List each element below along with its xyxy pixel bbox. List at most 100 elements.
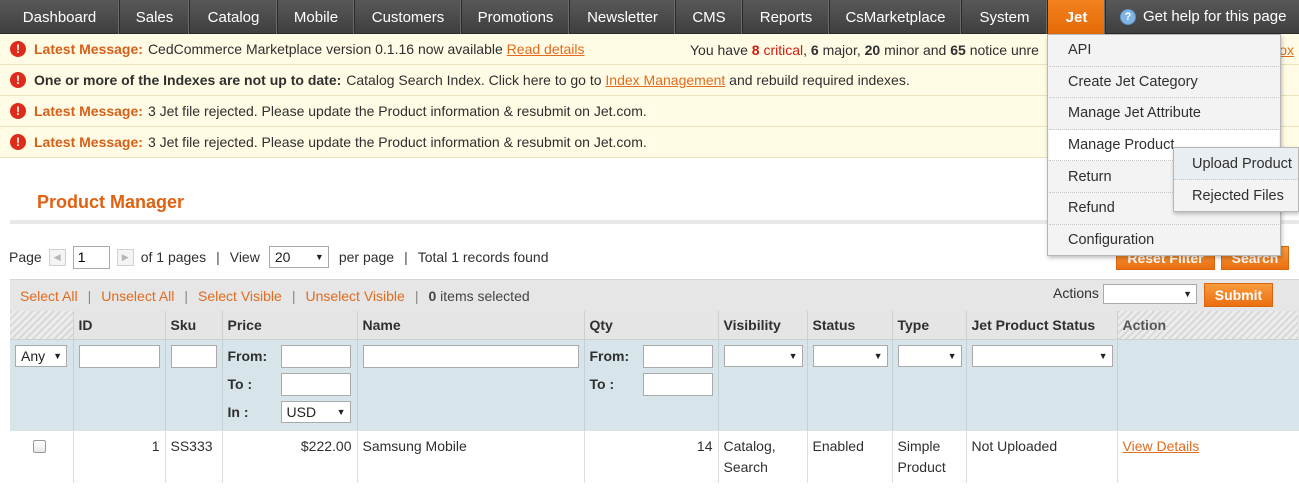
- next-page-arrow-icon[interactable]: ▶: [116, 248, 134, 266]
- items-selected-count: 0: [428, 287, 437, 304]
- critical-count: 8: [751, 41, 760, 58]
- message-text: 3 Jet file rejected. Please update the P…: [147, 134, 647, 150]
- cell-sku: SS333: [165, 431, 223, 483]
- error-icon: !: [10, 41, 26, 57]
- help-link[interactable]: ? Get help for this page: [1106, 0, 1286, 33]
- status-filter-select[interactable]: ▼: [812, 344, 888, 367]
- visibility-line-2: Search: [723, 459, 768, 475]
- message-title: Latest Message:: [34, 41, 143, 57]
- grid-header-row: ID Sku Price Name Qty Visibility Status …: [10, 311, 1299, 340]
- submenu-item-rejected-files[interactable]: Rejected Files: [1174, 180, 1298, 212]
- page-input[interactable]: [72, 245, 110, 269]
- chevron-down-icon: ▼: [873, 350, 883, 361]
- nav-jet[interactable]: Jet: [1048, 0, 1106, 34]
- inbox-link-fragment[interactable]: ox: [1279, 42, 1294, 58]
- submenu-item-upload-product[interactable]: Upload Product: [1174, 148, 1298, 180]
- sku-filter-input[interactable]: [170, 344, 217, 368]
- view-details-link[interactable]: View Details: [1123, 438, 1200, 454]
- chevron-down-icon: ▼: [53, 350, 62, 361]
- visibility-line-1: Catalog,: [723, 438, 776, 454]
- column-header-visibility[interactable]: Visibility: [718, 311, 808, 340]
- page-label: Page: [9, 249, 42, 265]
- message-text: CedCommerce Marketplace version 0.1.16 n…: [147, 41, 503, 57]
- visibility-filter-select[interactable]: ▼: [723, 344, 803, 367]
- nav-sales[interactable]: Sales: [120, 0, 190, 34]
- type-filter-select[interactable]: ▼: [897, 344, 962, 367]
- nav-reports[interactable]: Reports: [743, 0, 830, 34]
- column-header-qty[interactable]: Qty: [584, 311, 719, 340]
- column-header-name[interactable]: Name: [357, 311, 585, 340]
- error-icon: !: [10, 72, 26, 88]
- table-row: 1 SS333 $222.00 Samsung Mobile 14 Catalo…: [10, 431, 1299, 483]
- question-circle-icon: ?: [1120, 8, 1136, 25]
- column-header-jet-status[interactable]: Jet Product Status: [966, 311, 1118, 340]
- price-from-label: From:: [227, 348, 268, 364]
- menu-item-api[interactable]: API: [1049, 35, 1279, 67]
- menu-item-create-jet-category[interactable]: Create Jet Category: [1049, 67, 1279, 99]
- currency-select[interactable]: USD ▼: [280, 400, 351, 423]
- column-header-sku[interactable]: Sku: [165, 311, 223, 340]
- nav-mobile[interactable]: Mobile: [278, 0, 355, 34]
- nav-cms[interactable]: CMS: [676, 0, 743, 34]
- unselect-all-link[interactable]: Unselect All: [91, 288, 184, 304]
- read-details-link[interactable]: Read details: [507, 41, 585, 57]
- submit-button[interactable]: Submit: [1204, 283, 1273, 307]
- minor-count: 20: [864, 41, 881, 58]
- cell-id: 1: [73, 431, 166, 483]
- cell-action: View Details: [1117, 431, 1299, 483]
- select-visible-link[interactable]: Select Visible: [188, 288, 292, 304]
- cell-jet-status: Not Uploaded: [966, 431, 1118, 483]
- cell-name: Samsung Mobile: [357, 431, 585, 483]
- qty-from-input[interactable]: [642, 344, 713, 368]
- select-all-link[interactable]: Select All: [10, 288, 88, 304]
- unselect-visible-link[interactable]: Unselect Visible: [295, 288, 414, 304]
- column-header-type[interactable]: Type: [892, 311, 967, 340]
- cell-qty: 14: [584, 431, 719, 483]
- chevron-down-icon: ▼: [1098, 350, 1108, 361]
- total-records: Total 1 records found: [417, 249, 549, 265]
- nav-system[interactable]: System: [962, 0, 1048, 34]
- menu-item-manage-jet-attribute[interactable]: Manage Jet Attribute: [1049, 98, 1279, 130]
- price-to-input[interactable]: [280, 372, 351, 396]
- nav-dashboard[interactable]: Dashboard: [0, 0, 120, 34]
- column-header-id[interactable]: ID: [73, 311, 166, 340]
- nav-promotions[interactable]: Promotions: [462, 0, 570, 34]
- price-from-input[interactable]: [280, 344, 351, 368]
- type-line-1: Simple: [897, 438, 941, 454]
- name-filter-input[interactable]: [362, 344, 579, 368]
- pager: Page ◀ ▶ of 1 pages | View 20 ▼ per page…: [9, 244, 549, 270]
- message-text: 3 Jet file rejected. Please update the P…: [147, 103, 647, 119]
- top-nav: Dashboard Sales Catalog Mobile Customers…: [0, 0, 1299, 34]
- prev-page-arrow-icon[interactable]: ◀: [48, 248, 66, 266]
- nav-csmarketplace[interactable]: CsMarketplace: [830, 0, 962, 34]
- error-icon: !: [10, 103, 26, 119]
- row-checkbox[interactable]: [33, 440, 46, 453]
- nav-catalog[interactable]: Catalog: [190, 0, 278, 34]
- menu-item-configuration[interactable]: Configuration: [1049, 225, 1279, 257]
- massaction-filter-select[interactable]: Any ▼: [15, 344, 67, 367]
- nav-newsletter[interactable]: Newsletter: [570, 0, 676, 34]
- message-title: One or more of the Indexes are not up to…: [34, 72, 342, 88]
- currency-value: USD: [286, 403, 317, 420]
- per-page-select[interactable]: 20 ▼: [268, 246, 329, 268]
- column-header-status[interactable]: Status: [807, 311, 893, 340]
- qty-to-input[interactable]: [642, 372, 713, 396]
- chevron-down-icon: ▼: [1183, 289, 1192, 299]
- actions-select[interactable]: ▼: [1103, 284, 1197, 304]
- message-title: Latest Message:: [34, 103, 143, 119]
- manage-product-submenu: Upload Product Rejected Files: [1173, 147, 1299, 212]
- jet-status-filter-select[interactable]: ▼: [971, 344, 1113, 367]
- index-management-link[interactable]: Index Management: [605, 72, 725, 88]
- nav-customers[interactable]: Customers: [355, 0, 462, 34]
- type-line-2: Product: [897, 459, 946, 475]
- pager-separator: |: [404, 249, 408, 265]
- cell-price: $222.00: [222, 431, 358, 483]
- notice-summary: You have 8 critical, 6 major, 20 minor a…: [690, 41, 1039, 58]
- per-page-value: 20: [274, 249, 291, 265]
- message-text: Catalog Search Index. Click here to go t…: [346, 72, 602, 88]
- column-header-price[interactable]: Price: [222, 311, 358, 340]
- currency-label: In :: [227, 403, 249, 420]
- chevron-down-icon: ▼: [314, 252, 324, 262]
- id-filter-input[interactable]: [78, 344, 160, 368]
- column-header-action: Action: [1117, 311, 1299, 340]
